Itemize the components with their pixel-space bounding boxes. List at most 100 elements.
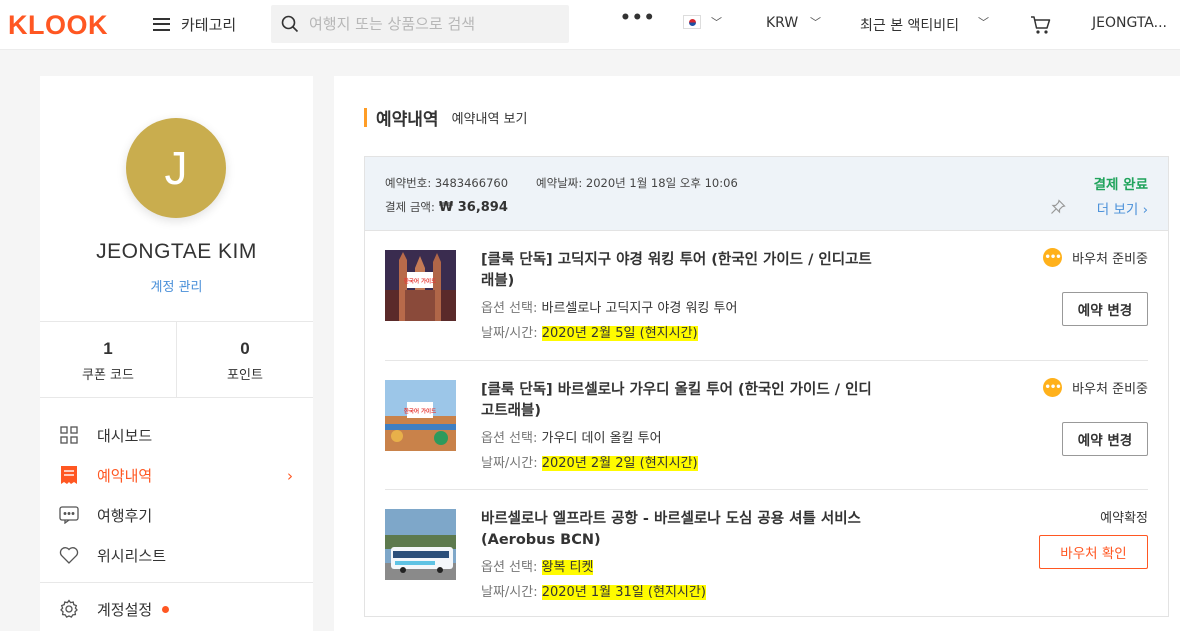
sidebar-item-bookings[interactable]: 예약내역 › bbox=[40, 455, 313, 495]
chevron-down-icon[interactable]: ﹀ bbox=[978, 14, 989, 30]
option-key: 옵션 선택: bbox=[481, 560, 542, 575]
change-booking-button[interactable]: 예약 변경 bbox=[1062, 292, 1148, 326]
accent-bar bbox=[364, 108, 367, 127]
order-amount: 결제 금액: ₩ 36,894 bbox=[385, 199, 508, 215]
top-nav: KLOOK 카테고리 ••• ﹀ KRW ﹀ 최근 본 액티비티 ﹀ JEONG… bbox=[0, 0, 1180, 50]
points-label: 포인트 bbox=[227, 368, 263, 383]
change-booking-button[interactable]: 예약 변경 bbox=[1062, 422, 1148, 456]
chevron-right-icon: › bbox=[287, 467, 293, 485]
page-title: 예약내역 bbox=[376, 110, 439, 130]
item-title[interactable]: [클룩 단독] 바르셀로나 가우디 올킬 투어 (한국인 가이드 / 인디고트래… bbox=[481, 380, 876, 422]
payment-status: 결제 완료 bbox=[1093, 177, 1148, 193]
order-date: 예약날짜: 2020년 1월 18일 오후 10:06 bbox=[536, 176, 738, 190]
pin-icon[interactable] bbox=[1050, 199, 1066, 219]
booking-icon bbox=[59, 465, 79, 485]
sidebar-menu: 대시보드 예약내역 › 여행후기 위시리스트 계정설정 bbox=[40, 415, 313, 629]
order-number: 예약번호: 3483466760 bbox=[385, 176, 509, 190]
account-manage-link[interactable]: 계정 관리 bbox=[40, 276, 313, 295]
avatar: J bbox=[126, 118, 226, 218]
pending-icon: ••• bbox=[1043, 248, 1063, 267]
status-text: 바우처 준비중 bbox=[1072, 382, 1148, 397]
booking-confirmed-status: 예약확정 bbox=[1100, 511, 1148, 526]
item-date: 날짜/시간: 2020년 2월 5일 (현지시간) bbox=[481, 322, 698, 341]
sidebar-item-settings[interactable]: 계정설정 bbox=[40, 589, 313, 629]
date-value: 2020년 1월 31일 (현지시간) bbox=[541, 585, 706, 600]
recent-activities-menu[interactable]: 최근 본 액티비티 bbox=[860, 15, 959, 35]
chevron-down-icon[interactable]: ﹀ bbox=[810, 14, 821, 30]
review-icon bbox=[59, 505, 79, 525]
chevron-right-icon: › bbox=[1142, 202, 1148, 218]
points-stat[interactable]: 0 포인트 bbox=[176, 322, 313, 397]
item-option: 옵션 선택: 가우디 데이 올킬 투어 bbox=[481, 427, 662, 446]
search-icon bbox=[281, 15, 299, 33]
sidebar-item-label: 대시보드 bbox=[97, 426, 153, 445]
sidebar-item-reviews[interactable]: 여행후기 bbox=[40, 495, 313, 535]
sidebar-item-label: 계정설정 bbox=[97, 600, 153, 619]
date-key: 날짜/시간: bbox=[481, 326, 542, 341]
option-value: 왕복 티켓 bbox=[541, 560, 594, 575]
voucher-status: ••• 바우처 준비중 bbox=[1043, 248, 1148, 267]
item-title[interactable]: 바르셀로나 엘프라트 공항 - 바르셀로나 도심 공용 셔틀 서비스 (Aero… bbox=[481, 509, 876, 551]
search-box[interactable] bbox=[271, 5, 569, 43]
section-header: 예약내역 예약내역 보기 bbox=[364, 105, 527, 130]
points-count: 0 bbox=[240, 339, 250, 358]
booking-item: 바르셀로나 엘프라트 공항 - 바르셀로나 도심 공용 셔틀 서비스 (Aero… bbox=[385, 489, 1148, 618]
booking-item: 한국어 가이드 [클룩 단독] 바르셀로나 가우디 올킬 투어 (한국인 가이드… bbox=[385, 360, 1148, 489]
heart-icon bbox=[59, 545, 79, 565]
item-title[interactable]: [클룩 단독] 고딕지구 야경 워킹 투어 (한국인 가이드 / 인디고트래블) bbox=[481, 250, 876, 292]
menu-divider bbox=[40, 582, 313, 583]
date-key: 날짜/시간: bbox=[481, 585, 542, 600]
coupon-label: 쿠폰 코드 bbox=[82, 368, 134, 383]
status-text: 바우처 준비중 bbox=[1072, 252, 1148, 267]
coupon-stat[interactable]: 1 쿠폰 코드 bbox=[40, 322, 176, 397]
item-date: 날짜/시간: 2020년 1월 31일 (현지시간) bbox=[481, 581, 706, 600]
booking-item: 한국어 가이드 [클룩 단독] 고딕지구 야경 워킹 투어 (한국인 가이드 /… bbox=[385, 231, 1148, 360]
voucher-status: ••• 바우처 준비중 bbox=[1043, 378, 1148, 397]
main-content: 예약내역 예약내역 보기 예약번호: 3483466760 예약날짜: 2020년… bbox=[334, 76, 1180, 631]
stats-row: 1 쿠폰 코드 0 포인트 bbox=[40, 321, 313, 398]
view-more-label: 더 보기 bbox=[1096, 202, 1139, 218]
date-value: 2020년 2월 2일 (현지시간) bbox=[541, 456, 698, 471]
thumbnail-badge: 한국어 가이드 bbox=[404, 277, 436, 285]
gaudi-tour-thumbnail[interactable]: 한국어 가이드 bbox=[385, 380, 456, 451]
chevron-down-icon[interactable]: ﹀ bbox=[711, 14, 722, 30]
cart-icon[interactable] bbox=[1030, 14, 1052, 40]
date-key: 날짜/시간: bbox=[481, 456, 542, 471]
aerobus-thumbnail[interactable] bbox=[385, 509, 456, 580]
sidebar-item-dashboard[interactable]: 대시보드 bbox=[40, 415, 313, 455]
notification-dot bbox=[162, 605, 170, 613]
currency-selector[interactable]: KRW bbox=[766, 15, 798, 31]
item-option: 옵션 선택: 왕복 티켓 bbox=[481, 556, 594, 575]
coupon-count: 1 bbox=[103, 339, 113, 358]
date-value: 2020년 2월 5일 (현지시간) bbox=[541, 326, 698, 341]
order-meta: 예약번호: 3483466760 예약날짜: 2020년 1월 18일 오후 10… bbox=[385, 175, 738, 191]
view-voucher-button[interactable]: 바우처 확인 bbox=[1039, 535, 1148, 569]
dashboard-icon bbox=[59, 425, 79, 445]
sidebar-item-label: 예약내역 bbox=[97, 466, 153, 485]
gothic-quarter-thumbnail[interactable]: 한국어 가이드 bbox=[385, 250, 456, 321]
thumbnail-badge: 한국어 가이드 bbox=[404, 407, 436, 415]
option-value: 바르셀로나 고딕지구 야경 워킹 투어 bbox=[541, 301, 738, 316]
search-input[interactable] bbox=[309, 15, 549, 33]
more-menu-button[interactable]: ••• bbox=[620, 8, 656, 28]
view-more-link[interactable]: 더 보기 › bbox=[1097, 198, 1148, 218]
user-menu[interactable]: JEONGTA... bbox=[1092, 15, 1167, 31]
category-button[interactable]: 카테고리 bbox=[153, 13, 236, 35]
gear-icon bbox=[59, 599, 79, 619]
klook-logo[interactable]: KLOOK bbox=[8, 10, 108, 41]
option-key: 옵션 선택: bbox=[481, 301, 542, 316]
item-date: 날짜/시간: 2020년 2월 2일 (현지시간) bbox=[481, 452, 698, 471]
category-label: 카테고리 bbox=[181, 15, 237, 34]
amount-label: 결제 금액: bbox=[385, 200, 435, 214]
pending-icon: ••• bbox=[1043, 378, 1063, 397]
hamburger-icon bbox=[153, 17, 170, 31]
option-key: 옵션 선택: bbox=[481, 431, 542, 446]
profile-sidebar: J JEONGTAE KIM 계정 관리 1 쿠폰 코드 0 포인트 대시보드 … bbox=[40, 76, 313, 631]
option-value: 가우디 데이 올킬 투어 bbox=[541, 431, 662, 446]
korea-flag-icon[interactable] bbox=[683, 15, 701, 29]
item-option: 옵션 선택: 바르셀로나 고딕지구 야경 워킹 투어 bbox=[481, 297, 737, 316]
order-card: 예약번호: 3483466760 예약날짜: 2020년 1월 18일 오후 10… bbox=[364, 156, 1169, 617]
sidebar-item-label: 위시리스트 bbox=[97, 546, 167, 565]
sidebar-item-label: 여행후기 bbox=[97, 506, 153, 525]
sidebar-item-wishlist[interactable]: 위시리스트 bbox=[40, 535, 313, 575]
